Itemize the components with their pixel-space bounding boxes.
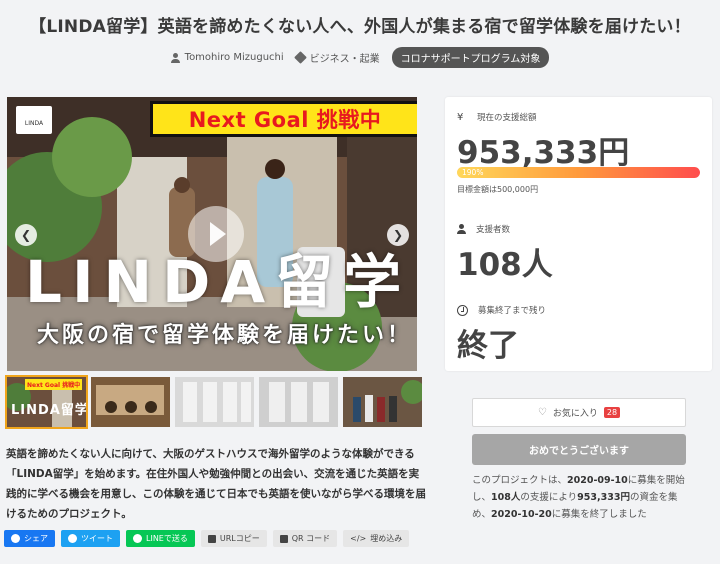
share-row: シェア ツイート LINEで送る URLコピー QR コード </> 埋め込み (4, 530, 410, 547)
clock-icon (457, 304, 468, 316)
hero-sub-text: 大阪の宿で留学体験を届けたい！ (37, 323, 413, 348)
hero-media[interactable]: LINDA Next Goal 挑戦中 LINDA留学 大阪の宿で留学体験を届け… (7, 97, 417, 371)
favorite-button[interactable]: ♡ お気に入り 28 (472, 398, 686, 427)
backers-label: 支援者数 (476, 225, 511, 235)
remaining-label-row: 募集終了まで残り (457, 304, 546, 316)
funding-stats-card: ¥ 現在の支援総額 953,333円 190% 目標金額は500,000円 支援… (445, 97, 712, 371)
summary-text-5: に募集を終了しました (551, 509, 647, 520)
thumbnail-image (259, 377, 338, 427)
remaining-value: 終了 (457, 328, 519, 364)
thumbnail-text: LINDA留学 (11, 403, 86, 418)
embed-button[interactable]: </> 埋め込み (343, 530, 410, 547)
backers-count: 108人 (457, 247, 553, 283)
backers-label-row: 支援者数 (457, 223, 510, 235)
total-label-row: ¥ 現在の支援総額 (457, 111, 537, 124)
progress-percent: 190% (462, 168, 484, 177)
embed-label: 埋め込み (370, 534, 403, 543)
hero-big-text: LINDA留学 (25, 248, 412, 316)
author-name: Tomohiro Mizuguchi (184, 52, 284, 63)
project-page: 【LINDA留学】英語を諦めたくない人へ、外国人が集まる宿で留学体験を届けたい！… (0, 0, 720, 564)
thumbnail-2[interactable] (91, 377, 170, 427)
progress-bar: 190% (457, 167, 700, 178)
next-goal-banner: Next Goal 挑戦中 (150, 101, 417, 137)
summary-backers: 108人 (491, 492, 521, 503)
category-link[interactable]: ビジネス・起業 (293, 50, 380, 65)
project-summary: このプロジェクトは、2020-09-10に募集を開始し、108人の支援により95… (472, 472, 686, 523)
qr-icon (279, 534, 288, 543)
completed-button[interactable]: おめでとうございます (472, 434, 686, 465)
twitter-icon (68, 534, 77, 543)
line-label: LINEで送る (146, 534, 188, 543)
author-link[interactable]: Tomohiro Mizuguchi (170, 52, 284, 63)
thumbnail-4[interactable] (259, 377, 338, 427)
program-badge[interactable]: コロナサポートプログラム対象 (391, 47, 550, 68)
thumbnail-image (343, 377, 422, 427)
code-icon: </> (350, 534, 367, 543)
total-amount: 953,333円 (457, 135, 630, 171)
tag-icon (293, 51, 307, 64)
remaining-label: 募集終了まで残り (478, 306, 547, 316)
project-description: 英語を諦めたくない人に向けて、大阪のゲストハウスで海外留学のような体験ができる「… (6, 448, 426, 520)
thumbnail-image (175, 377, 254, 427)
total-label: 現在の支援総額 (477, 113, 537, 123)
copy-icon (207, 534, 216, 543)
summary-amount: 953,333円 (577, 492, 630, 503)
page-title: 【LINDA留学】英語を諦めたくない人へ、外国人が集まる宿で留学体験を届けたい！ (29, 17, 691, 37)
summary-end-date: 2020-10-20 (491, 509, 552, 520)
url-copy-label: URLコピー (219, 534, 260, 543)
person-icon (457, 224, 466, 234)
twitter-label: ツイート (81, 534, 113, 543)
facebook-icon (11, 534, 20, 543)
target-amount: 目標金額は500,000円 (457, 185, 539, 194)
linda-logo: LINDA (16, 106, 52, 134)
favorite-label: お気に入り (552, 409, 598, 419)
heart-icon: ♡ (537, 407, 547, 418)
thumbnail-5[interactable] (343, 377, 422, 427)
summary-text-3: の支援により (520, 492, 578, 503)
facebook-label: シェア (24, 534, 48, 543)
thumbnail-banner: Next Goal 挑戦中 (25, 379, 83, 390)
thumbnail-1[interactable]: Next Goal 挑戦中 LINDA留学 (5, 375, 88, 429)
category-name: ビジネス・起業 (309, 54, 380, 65)
user-icon (170, 52, 180, 63)
qr-code-button[interactable]: QR コード (272, 530, 338, 547)
thumbnail-3[interactable] (175, 377, 254, 427)
progress-bar-fill: 190% (457, 167, 700, 178)
chevron-left-icon[interactable]: ❮ (15, 224, 37, 246)
project-meta: Tomohiro Mizuguchi ビジネス・起業 コロナサポートプログラム対… (0, 47, 720, 68)
summary-text-1: このプロジェクトは、 (472, 475, 568, 486)
line-share-button[interactable]: LINEで送る (126, 530, 195, 547)
url-copy-button[interactable]: URLコピー (200, 530, 267, 547)
thumbnail-strip: Next Goal 挑戦中 LINDA留学 (5, 375, 422, 429)
chevron-right-icon[interactable]: ❯ (387, 224, 409, 246)
summary-start-date: 2020-09-10 (567, 475, 628, 486)
twitter-share-button[interactable]: ツイート (61, 530, 120, 547)
yen-icon: ¥ (457, 111, 464, 123)
thumbnail-image (91, 377, 170, 427)
favorite-count: 28 (603, 407, 621, 418)
qr-label: QR コード (291, 534, 331, 543)
line-icon (133, 534, 142, 543)
facebook-share-button[interactable]: シェア (4, 530, 55, 547)
